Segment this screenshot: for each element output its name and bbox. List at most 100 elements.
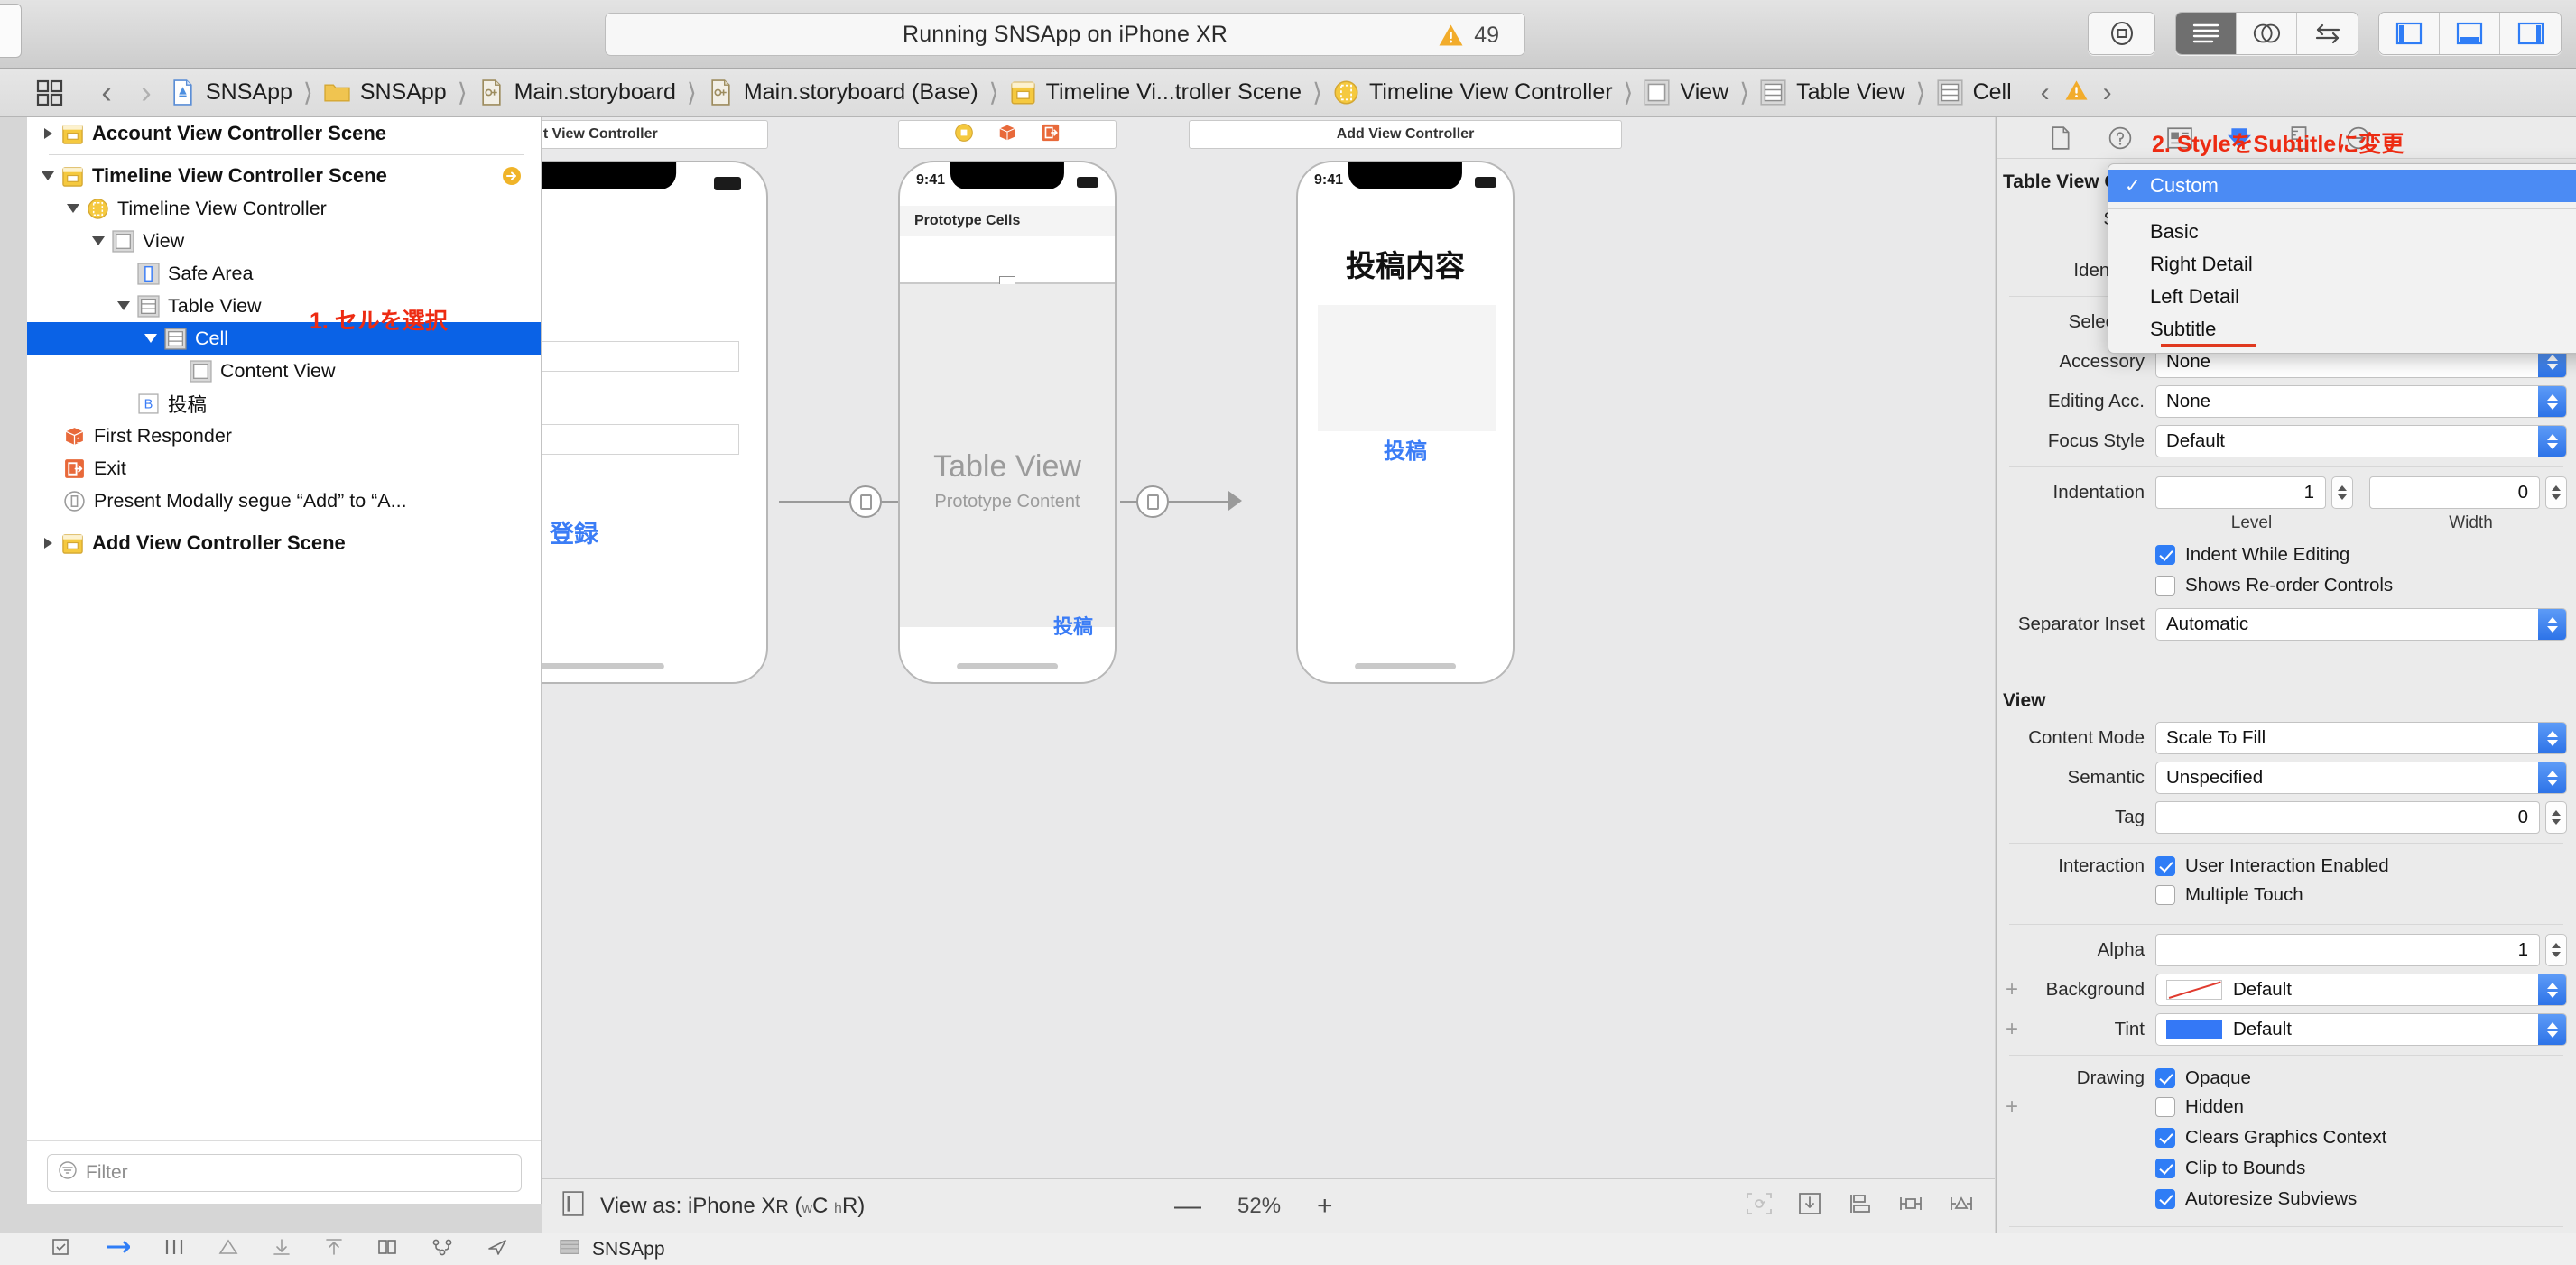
row-focus-style[interactable]: Focus Style Default [1997,424,2576,458]
activity-icon[interactable] [106,1238,131,1260]
outline-row-add-view-controller-scene[interactable]: Add View Controller Scene [27,527,541,559]
clears-graphics-context-checkbox[interactable] [2155,1128,2175,1148]
add-variation-icon[interactable]: + [2006,1094,2018,1120]
filter-input[interactable]: Filter [47,1153,522,1192]
warning-group[interactable]: 49 [1438,14,1499,57]
breadcrumb-item-scene[interactable]: Timeline Vi...troller Scene [1006,69,1305,116]
breadcrumb-item-storyboard-base[interactable]: Main.storyboard (Base) [704,69,982,116]
outline-row-timeline-view-controller-scene[interactable]: Timeline View Controller Scene [27,160,541,192]
assistant-editor-button[interactable] [2237,13,2297,54]
user-interaction-enabled-checkbox[interactable] [2155,856,2175,876]
disclosure-triangle-icon[interactable] [38,166,58,186]
panel-toggle-group[interactable] [2378,12,2562,55]
align-icon[interactable] [1847,1192,1874,1220]
text-view[interactable] [1318,305,1496,431]
row-background[interactable]: + Background Default [1997,973,2576,1007]
jump-bar-forward-button[interactable]: › [126,78,166,108]
standard-editor-button[interactable] [2176,13,2237,54]
row-shows-reorder-controls[interactable]: Shows Re-order Controls [1997,571,2576,600]
view-controller-icon[interactable] [954,123,974,147]
add-variation-icon[interactable]: + [2006,977,2018,1002]
row-indent-while-editing[interactable]: Indent While Editing [1997,540,2576,569]
indentation-level-input[interactable]: 1 [2155,476,2326,509]
related-items-icon[interactable] [36,79,63,106]
indentation-width-stepper[interactable] [2545,476,2567,509]
outline-row-table-view[interactable]: Table View [27,290,541,322]
branch-icon[interactable] [431,1238,453,1260]
row-clip-to-bounds[interactable]: Clip to Bounds [1997,1154,2576,1183]
alpha-stepper[interactable] [2545,934,2567,966]
chevron-updown-icon[interactable] [2538,762,2566,793]
post-button[interactable]: 投稿 [1298,433,1513,465]
view-as-group[interactable]: View as: iPhone XR (wC hR) [542,1191,865,1221]
first-responder-icon[interactable] [997,123,1017,147]
phone-preview[interactable]: 9:41 Prototype Cells Table View Prototyp… [898,161,1117,684]
row-separator-inset[interactable]: Separator Inset Automatic [1997,607,2576,642]
style-dropdown-menu[interactable]: ✓ Custom Basic Right Detail Left Detail … [2108,163,2576,354]
bottom-bar-icons[interactable] [0,1238,507,1260]
row-editing-accessory[interactable]: Editing Acc. None [1997,384,2576,419]
menu-item-right-detail[interactable]: Right Detail [2108,248,2576,281]
chevron-updown-icon[interactable] [2538,426,2566,457]
outline-row-first-responder[interactable]: 1 First Responder [27,420,541,452]
shows-reorder-controls-checkbox[interactable] [2155,576,2175,596]
disclosure-triangle-icon[interactable] [38,124,58,143]
row-hidden[interactable]: + Hidden [1997,1093,2576,1122]
row-autoresize-subviews[interactable]: Autoresize Subviews [1997,1185,2576,1214]
library-panel-icon[interactable] [164,1238,184,1260]
zoom-in-button[interactable]: + [1317,1192,1333,1220]
breadcrumb-item-view-controller[interactable]: Timeline View Controller [1330,69,1617,116]
disclosure-triangle-icon[interactable] [38,533,58,553]
indentation-level-stepper[interactable] [2331,476,2353,509]
zoom-out-button[interactable]: — [1174,1192,1201,1220]
editor-mode-group[interactable] [2175,12,2358,55]
menu-item-custom[interactable]: ✓ Custom [2108,170,2576,202]
outline-row-cell[interactable]: Cell [27,322,541,355]
clip-to-bounds-checkbox[interactable] [2155,1159,2175,1178]
storyboard-canvas[interactable]: Account View Controller 9:41 メールアドレス パスワ… [542,117,1995,1204]
library-button[interactable] [2089,13,2154,54]
exit-icon[interactable] [1041,123,1061,147]
tag-stepper[interactable] [2545,801,2567,834]
zoom-controls[interactable]: — 52% + [1174,1192,1333,1220]
toggle-navigator-button[interactable] [2379,13,2440,54]
focus-style-combo[interactable]: Default [2155,425,2567,457]
row-alpha[interactable]: Alpha 1 [1997,933,2576,967]
row-semantic[interactable]: Semantic Unspecified [1997,761,2576,795]
quick-help-tab[interactable] [2090,117,2150,159]
row-tag[interactable]: Tag 0 [1997,800,2576,835]
background-combo[interactable]: Default [2155,974,2567,1006]
chevron-updown-icon[interactable] [2538,386,2566,417]
toggle-debug-area-button[interactable] [2440,13,2500,54]
upload-icon[interactable] [325,1238,343,1260]
outline-row-content-view[interactable]: Content View [27,355,541,387]
row-tint[interactable]: + Tint Default [1997,1012,2576,1047]
outline-row-view[interactable]: View [27,225,541,257]
file-inspector-tab[interactable] [2031,117,2090,159]
editing-accessory-combo[interactable]: None [2155,385,2567,418]
version-editor-button[interactable] [2297,13,2358,54]
hidden-checkbox[interactable] [2155,1097,2175,1117]
indent-while-editing-checkbox[interactable] [2155,545,2175,565]
previous-issue-button[interactable]: ‹ [2041,78,2050,108]
row-drawing[interactable]: Drawing Opaque [1997,1064,2576,1093]
chevron-updown-icon[interactable] [2538,1014,2566,1045]
breadcrumb-item-project[interactable]: SNSApp [166,69,296,116]
jump-bar-back-button[interactable]: ‹ [87,78,126,108]
breadcrumb-item-view[interactable]: View [1640,69,1732,116]
row-multiple-touch[interactable]: Multiple Touch [1997,881,2576,910]
multiple-touch-checkbox[interactable] [2155,885,2175,905]
row-clears-graphics-context[interactable]: Clears Graphics Context [1997,1123,2576,1152]
resolve-issues-icon[interactable] [1948,1192,1975,1220]
warning-icon[interactable] [218,1238,238,1260]
chevron-updown-icon[interactable] [2538,974,2566,1005]
indentation-width-input[interactable]: 0 [2369,476,2540,509]
opaque-checkbox[interactable] [2155,1068,2175,1088]
outline-row-exit[interactable]: Exit [27,452,541,485]
toggle-inspector-button[interactable] [2500,13,2561,54]
scene-timeline-view-controller[interactable]: 9:41 Prototype Cells Table View Prototyp… [898,120,1117,684]
add-constraints-icon[interactable] [1897,1192,1924,1220]
breadcrumb-item-table-view[interactable]: Table View [1756,69,1908,116]
tint-combo[interactable]: Default [2155,1013,2567,1046]
breadcrumb-item-folder[interactable]: SNSApp [320,69,450,116]
